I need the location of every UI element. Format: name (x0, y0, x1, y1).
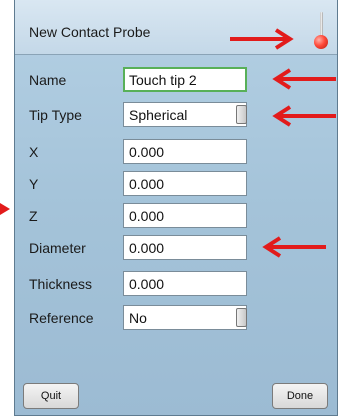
arrow-left-icon (262, 236, 326, 258)
thickness-field[interactable]: 0.000 (123, 271, 247, 296)
z-row: Z 0.000 (15, 203, 337, 228)
reference-dropdown-button[interactable] (236, 308, 247, 327)
reference-value: No (129, 310, 147, 326)
name-label: Name (29, 72, 67, 88)
new-contact-probe-dialog: New Contact Probe Name Touch tip 2 Tip T… (14, 0, 338, 416)
z-label: Z (29, 208, 38, 224)
probe-tip-icon (314, 35, 328, 49)
tip-type-value: Spherical (129, 107, 188, 123)
y-row: Y 0.000 (15, 171, 337, 196)
tip-type-dropdown-button[interactable] (236, 105, 247, 124)
y-field[interactable]: 0.000 (123, 171, 247, 196)
tip-type-label: Tip Type (29, 107, 82, 123)
x-field[interactable]: 0.000 (123, 139, 247, 164)
arrow-left-icon (272, 68, 336, 90)
done-button[interactable]: Done (272, 383, 328, 409)
thickness-row: Thickness 0.000 (15, 271, 337, 296)
y-label: Y (29, 176, 39, 192)
x-row: X 0.000 (15, 139, 337, 164)
z-field[interactable]: 0.000 (123, 203, 247, 228)
x-label: X (29, 144, 39, 160)
arrow-right-icon (230, 28, 294, 50)
diameter-label: Diameter (29, 240, 86, 256)
reference-row: Reference No (15, 305, 337, 330)
quit-button[interactable]: Quit (23, 383, 79, 409)
diameter-field[interactable]: 0.000 (123, 235, 247, 260)
arrow-right-icon (0, 203, 10, 215)
name-field[interactable]: Touch tip 2 (123, 67, 247, 92)
dialog-title: New Contact Probe (29, 24, 151, 40)
reference-select[interactable]: No (123, 305, 247, 330)
arrow-left-icon (272, 105, 336, 127)
reference-label: Reference (29, 310, 94, 326)
tip-type-select[interactable]: Spherical (123, 102, 247, 127)
thickness-label: Thickness (29, 276, 93, 292)
